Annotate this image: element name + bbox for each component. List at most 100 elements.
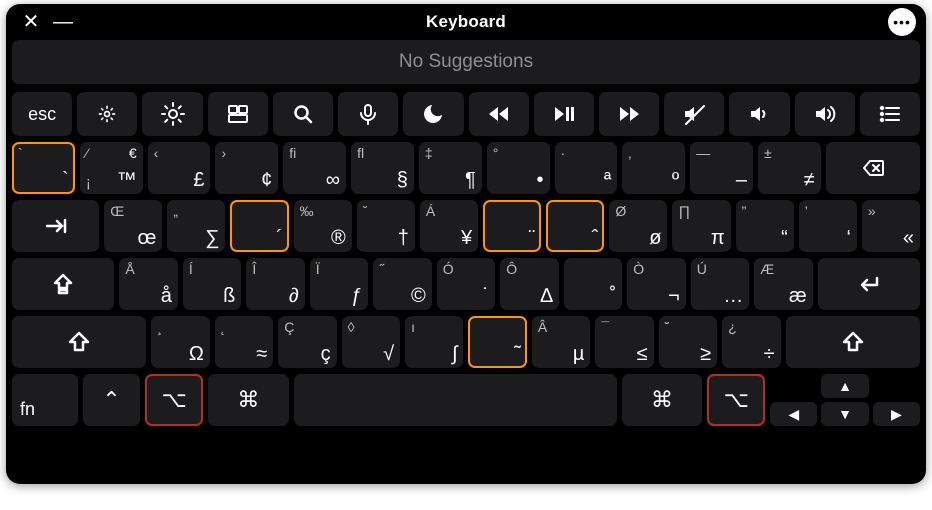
option-left-key[interactable]: ⌥ [145, 374, 203, 426]
mission-control-icon [226, 102, 250, 126]
key-h[interactable]: Ó˙ [437, 258, 495, 310]
delete-icon [861, 156, 885, 180]
moon-icon [421, 102, 445, 126]
key-minus[interactable]: ±≠ [758, 142, 821, 194]
dnd-key[interactable] [403, 92, 463, 136]
key-slash[interactable]: ¿÷ [722, 316, 780, 368]
mute-key[interactable] [664, 92, 724, 136]
brightness-low-icon [97, 104, 117, 124]
key-s[interactable]: Íß [183, 258, 241, 310]
arrow-right-key[interactable]: ▶ [873, 402, 920, 426]
volume-high-icon [813, 102, 837, 126]
brightness-high-icon [161, 102, 185, 126]
arrow-up-key[interactable]: ▲ [821, 374, 868, 398]
key-grave[interactable]: `` [12, 142, 75, 194]
brightness-down-key[interactable] [77, 92, 137, 136]
command-left-key[interactable]: ⌘ [208, 374, 289, 426]
playpause-icon [552, 102, 576, 126]
key-o[interactable]: Øø [609, 200, 667, 252]
fast-forward-key[interactable] [599, 92, 659, 136]
key-period[interactable]: ˘≥ [659, 316, 717, 368]
arrow-left-key[interactable]: ◀ [770, 402, 817, 426]
key-bracket-open[interactable]: ”“ [736, 200, 794, 252]
command-right-key[interactable]: ⌘ [622, 374, 703, 426]
key-r[interactable]: ‰® [294, 200, 352, 252]
key-m[interactable]: Âµ [532, 316, 590, 368]
key-u[interactable]: ¨ [483, 200, 541, 252]
key-backslash[interactable]: »« [862, 200, 920, 252]
key-one[interactable]: ⁄¡€™ [80, 142, 143, 194]
home-row: ÅåÍßÎ∂Ïƒ˝©Ó˙Ô∆˚Ò¬Ú…Ææ [10, 256, 922, 312]
key-d[interactable]: Î∂ [246, 258, 304, 310]
brightness-up-key[interactable] [142, 92, 202, 136]
rewind-icon [487, 102, 511, 126]
option-right-key[interactable]: ⌥ [707, 374, 765, 426]
key-z[interactable]: ¸Ω [151, 316, 209, 368]
key-nine[interactable]: ‚º [622, 142, 685, 194]
bottom-letter-row: ¸Ω˛≈Çç◊√ı∫˜Âµ¯≤˘≥¿÷ [10, 314, 922, 370]
modifier-row: fn ⌃ ⌥ ⌘ ⌘ ⌥ ▲ ◀ ▼ ▶ [10, 372, 922, 428]
esc-key[interactable]: esc [12, 92, 72, 136]
fn-key[interactable]: fn [12, 374, 78, 426]
key-b[interactable]: ı∫ [405, 316, 463, 368]
dictation-key[interactable] [338, 92, 398, 136]
key-j[interactable]: Ô∆ [500, 258, 558, 310]
key-y[interactable]: Á¥ [420, 200, 478, 252]
caps-lock-key[interactable] [12, 258, 114, 310]
key-p[interactable]: ∏π [672, 200, 730, 252]
key-v[interactable]: ◊√ [342, 316, 400, 368]
key-quote[interactable]: Ææ [754, 258, 812, 310]
key-a[interactable]: Åå [119, 258, 177, 310]
control-key[interactable]: ⌃ [83, 374, 141, 426]
key-zero[interactable]: —– [690, 142, 753, 194]
key-six[interactable]: ‡¶ [419, 142, 482, 194]
suggestion-bar[interactable]: No Suggestions [12, 40, 920, 84]
key-x[interactable]: ˛≈ [215, 316, 273, 368]
backspace-key[interactable] [826, 142, 920, 194]
key-t[interactable]: ˇ† [357, 200, 415, 252]
key-n[interactable]: ˜ [468, 316, 526, 368]
list-icon [878, 102, 902, 126]
key-w[interactable]: „∑ [167, 200, 225, 252]
keyboard-window: ✕ — Keyboard ••• No Suggestions esc [6, 4, 926, 484]
key-bracket-close[interactable]: ’‘ [799, 200, 857, 252]
key-g[interactable]: ˝© [373, 258, 431, 310]
tab-key[interactable] [12, 200, 99, 252]
key-comma[interactable]: ¯≤ [595, 316, 653, 368]
volume-up-key[interactable] [795, 92, 855, 136]
minimize-button[interactable]: — [50, 9, 76, 35]
return-key[interactable] [818, 258, 920, 310]
key-f[interactable]: Ïƒ [310, 258, 368, 310]
space-key[interactable] [294, 374, 617, 426]
arrow-down-key[interactable]: ▼ [821, 402, 868, 426]
key-q[interactable]: Œœ [104, 200, 162, 252]
key-two[interactable]: ‹£ [148, 142, 211, 194]
caps-icon [51, 272, 75, 296]
key-e[interactable]: ´ [230, 200, 288, 252]
title-bar: ✕ — Keyboard ••• [10, 4, 922, 40]
key-eight[interactable]: ·ª [555, 142, 618, 194]
volume-down-key[interactable] [729, 92, 789, 136]
key-five[interactable]: fl§ [351, 142, 414, 194]
key-l[interactable]: Ò¬ [627, 258, 685, 310]
play-pause-key[interactable] [534, 92, 594, 136]
shift-icon [841, 330, 865, 354]
rewind-key[interactable] [469, 92, 529, 136]
key-three[interactable]: ›¢ [215, 142, 278, 194]
key-four[interactable]: fi∞ [283, 142, 346, 194]
shift-left-key[interactable] [12, 316, 146, 368]
spotlight-key[interactable] [273, 92, 333, 136]
key-i[interactable]: ˆ [546, 200, 604, 252]
key-semicolon[interactable]: Ú… [691, 258, 749, 310]
mission-control-key[interactable] [208, 92, 268, 136]
shift-right-key[interactable] [786, 316, 920, 368]
key-c[interactable]: Çç [278, 316, 336, 368]
more-button[interactable]: ••• [888, 8, 916, 36]
list-key[interactable] [860, 92, 920, 136]
function-row: esc [10, 90, 922, 138]
close-button[interactable]: ✕ [18, 9, 44, 35]
key-k[interactable]: ˚ [564, 258, 622, 310]
search-icon [291, 102, 315, 126]
volume-low-icon [748, 102, 772, 126]
key-seven[interactable]: °• [487, 142, 550, 194]
